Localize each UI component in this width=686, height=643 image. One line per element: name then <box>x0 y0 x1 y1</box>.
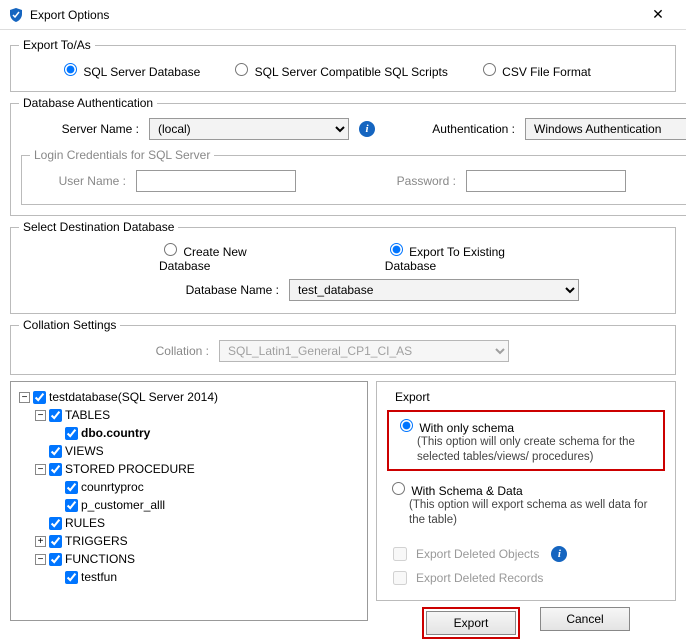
collation-select[interactable]: SQL_Latin1_General_CP1_CI_AS <box>219 340 509 362</box>
schema-data-desc: (This option will export schema as well … <box>387 498 665 528</box>
collapse-icon[interactable]: − <box>19 392 30 403</box>
password-field[interactable] <box>466 170 626 192</box>
tree-functions[interactable]: −FUNCTIONS testfun <box>35 550 361 586</box>
server-name-select[interactable]: (local) <box>149 118 349 140</box>
collation-group: Collation Settings Collation : SQL_Latin… <box>10 318 676 375</box>
collapse-icon[interactable]: − <box>35 410 46 421</box>
db-name-select[interactable]: test_database <box>289 279 579 301</box>
radio-create-db[interactable]: Create New Database <box>159 240 275 273</box>
close-icon[interactable]: ✕ <box>638 6 678 23</box>
tree-fn-testfun[interactable]: testfun <box>51 568 361 586</box>
expand-icon[interactable]: + <box>35 536 46 547</box>
schema-only-desc: (This option will only create schema for… <box>395 435 657 465</box>
chk-deleted-records[interactable]: Export Deleted Records <box>387 568 665 588</box>
radio-schema-data[interactable]: With Schema & Data <box>387 484 523 498</box>
tree-sp-counrtyproc[interactable]: counrtyproc <box>51 478 361 496</box>
highlight-export-btn: Export <box>422 607 520 639</box>
auth-label: Authentication : <box>395 122 515 136</box>
export-options-group: Export With only schema (This option wil… <box>376 381 676 601</box>
export-to-as-group: Export To/As SQL Server Database SQL Ser… <box>10 38 676 92</box>
username-field[interactable] <box>136 170 296 192</box>
db-name-label: Database Name : <box>29 283 279 297</box>
tree-tables[interactable]: −TABLES dbo.country <box>35 406 361 442</box>
tree-stored-proc[interactable]: −STORED PROCEDURE counrtyproc p_customer… <box>35 460 361 514</box>
dest-db-group: Select Destination Database Create New D… <box>10 220 676 314</box>
tree-table-dbo-country[interactable]: dbo.country <box>51 424 361 442</box>
collation-label: Collation : <box>29 344 209 358</box>
tree-sp-customer-alll[interactable]: p_customer_alll <box>51 496 361 514</box>
highlight-schema-only: With only schema (This option will only … <box>387 410 665 471</box>
login-creds-legend: Login Credentials for SQL Server <box>30 148 214 162</box>
object-tree[interactable]: −testdatabase(SQL Server 2014) −TABLES d… <box>10 381 368 621</box>
tree-rules[interactable]: RULES <box>35 514 361 532</box>
server-name-label: Server Name : <box>29 122 139 136</box>
collation-legend: Collation Settings <box>19 318 120 332</box>
login-creds-group: Login Credentials for SQL Server User Na… <box>21 148 686 205</box>
radio-schema-only[interactable]: With only schema <box>395 421 514 435</box>
db-auth-legend: Database Authentication <box>19 96 157 110</box>
dest-db-legend: Select Destination Database <box>19 220 178 234</box>
export-options-legend: Export <box>391 390 434 404</box>
radio-existing-db[interactable]: Export To Existing Database <box>385 240 527 273</box>
tree-root[interactable]: −testdatabase(SQL Server 2014) −TABLES d… <box>19 388 361 586</box>
password-label: Password : <box>306 174 456 188</box>
cancel-button[interactable]: Cancel <box>540 607 630 631</box>
app-icon <box>8 7 24 23</box>
tree-views[interactable]: VIEWS <box>35 442 361 460</box>
radio-sql-scripts[interactable]: SQL Server Compatible SQL Scripts <box>230 60 448 79</box>
chk-deleted-objects[interactable]: Export Deleted Objects i <box>387 544 665 564</box>
radio-csv[interactable]: CSV File Format <box>478 60 591 79</box>
export-button[interactable]: Export <box>426 611 516 635</box>
export-to-as-legend: Export To/As <box>19 38 95 52</box>
window-title: Export Options <box>30 8 638 22</box>
collapse-icon[interactable]: − <box>35 464 46 475</box>
tree-triggers[interactable]: +TRIGGERS <box>35 532 361 550</box>
radio-sql-server-db[interactable]: SQL Server Database <box>59 60 200 79</box>
info-icon[interactable]: i <box>551 546 567 562</box>
db-auth-group: Database Authentication Server Name : (l… <box>10 96 686 216</box>
username-label: User Name : <box>36 174 126 188</box>
auth-select[interactable]: Windows Authentication <box>525 118 686 140</box>
info-icon[interactable]: i <box>359 121 375 137</box>
collapse-icon[interactable]: − <box>35 554 46 565</box>
